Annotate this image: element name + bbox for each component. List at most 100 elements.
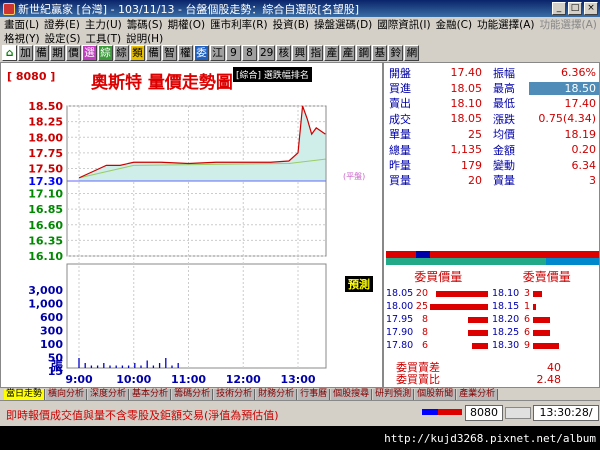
toolbar-button[interactable]: 網 [404,45,420,61]
price-tick-label: 17.10 [28,188,63,201]
toolbar-button[interactable]: 選 [82,45,97,61]
menu-bar-2: 格視(Y) 設定(S) 工具(T) 說明(H) [0,31,600,45]
orderbook-table: 18.05 20 18.10 3 18.00 25 18.15 1 17.95 8 18.20 6 17… [386,287,599,352]
reference-label: (平盤) [343,171,365,181]
menu-item[interactable]: 期權(O) [168,17,205,32]
toolbar-button[interactable]: 9 [226,45,241,61]
toolbar-button[interactable]: 指 [308,45,324,61]
tab-10[interactable]: 個股新聞 [415,388,457,400]
menu-item[interactable]: 主力(U) [85,17,122,32]
price-tick-label: 16.60 [28,219,63,232]
quote-table: 開盤 17.40 振幅 6.36% 買進 18.05 最高 18.50 賣出 18.10 最低 17.… [384,65,600,188]
time-tick-label: 11:00 [171,373,206,386]
category-tag[interactable]: [綜合] 選跌幅排名 [233,67,312,82]
toolbar-button[interactable]: 委 [194,45,209,61]
tab-0[interactable]: 當日走勢 [4,388,46,400]
quote-label: 賣量 [493,174,515,188]
quote-label: 昨量 [389,159,411,173]
quote-label: 最高 [493,82,515,96]
menu-item[interactable]: 畫面(L) [4,17,39,32]
bid-price: 17.95 [386,314,414,325]
toolbar-button[interactable]: 核 [276,45,292,61]
price-tick-label: 17.50 [28,163,63,176]
tab-3[interactable]: 基本分析 [130,388,172,400]
ask-bar-fill [533,342,560,349]
tab-4[interactable]: 籌碼分析 [172,388,214,400]
toolbar-button[interactable]: 綜 [98,45,113,61]
home-icon[interactable]: ⌂ [2,45,17,61]
ask-bar-fill [533,329,551,336]
bid-qty: 6 [421,340,428,351]
toolbar-button[interactable]: 綜 [114,45,129,61]
ask-bar [533,290,591,297]
time-tick-label: 9:00 [65,373,93,386]
quote-label: 變動 [493,159,515,173]
toolbar-button[interactable]: 產 [324,45,340,61]
tab-1[interactable]: 橫向分析 [46,388,88,400]
minimize-button[interactable]: _ [552,2,566,15]
tab-7[interactable]: 行事曆 [298,388,331,400]
toolbar-button[interactable]: 備 [146,45,161,61]
menu-item[interactable]: 功能選擇(A) [540,17,597,32]
toolbar-button[interactable]: 基 [372,45,388,61]
menu-item[interactable]: 國際資訊(I) [377,17,430,32]
menu-item[interactable]: 金融(C) [436,17,473,32]
toolbar-button[interactable]: 智 [162,45,177,61]
status-separator [505,407,531,419]
menu-item[interactable]: 籌碼(S) [127,17,163,32]
price-tick-label: 18.50 [28,100,63,113]
quote-value: 17.40 [564,96,597,110]
maximize-button[interactable]: □ [568,2,582,15]
tab-11[interactable]: 產業分析 [457,388,499,400]
status-message: 即時報價成交值與量不含零股及鉅額交易(淨值為預估值) [6,409,279,422]
status-stock-code[interactable]: 8080 [465,405,503,421]
sell-header: 委賣價量 [522,270,571,284]
chart-panel: 18.50 18.25 18.00 17.75 17.50 17.30 17.10 16.85… [0,62,383,388]
toolbar-button[interactable]: 類 [130,45,145,61]
menu-item[interactable]: 投資(B) [273,17,309,32]
close-button[interactable]: × [584,2,598,15]
bid-bar-fill [435,290,488,297]
quote-value: 18.05 [450,81,483,95]
menu-item[interactable]: 功能選擇(A) [477,17,534,32]
tab-9[interactable]: 研判預測 [373,388,415,400]
tab-8[interactable]: 個股搜尋 [331,388,373,400]
price-tick-label: 17.30 [28,175,63,188]
quote-label: 總量 [389,143,411,157]
menu-item[interactable]: 證券(E) [44,17,80,32]
window-title: 新世紀贏家 [台灣] - 103/11/13 - 台盤個股走勢：綜合自選股[名望… [18,2,359,16]
tab-6[interactable]: 財務分析 [256,388,298,400]
ask-bar-fill [533,316,551,323]
tab-2[interactable]: 深度分析 [88,388,130,400]
menu-item[interactable]: 匯市利率(R) [210,17,268,32]
toolbar-button[interactable]: 鋼 [356,45,372,61]
toolbar-button[interactable]: 加 [18,45,33,61]
toolbar-button[interactable]: 期 [50,45,65,61]
quote-value: 18.19 [564,127,597,141]
quote-label: 開盤 [389,66,411,80]
analysis-tabs: 當日走勢 橫向分析 深度分析 基本分析 籌碼分析 技術分析 財務分析 行事曆 個股搜尋 研判預測個… [0,388,600,400]
ask-bar-fill [533,290,542,297]
price-volume-chart: 18.50 18.25 18.00 17.75 17.5017.3017.10 16.85… [28,100,365,386]
bid-ask-ratio-bar [386,251,599,265]
toolbar-button[interactable]: 鈴 [388,45,404,61]
volume-unit: 張 [51,359,64,373]
ask-price: 18.30 [492,340,520,351]
quote-value: 20 [468,173,482,187]
quote-row: 買量 20 賣量 3 [384,173,600,188]
toolbar-button[interactable]: 備 [34,45,49,61]
tab-5[interactable]: 技術分析 [214,388,256,400]
ask-price: 18.25 [492,327,520,338]
volume-tick-label: 3,000 [28,284,63,297]
forecast-button[interactable]: 預測 [345,276,373,292]
toolbar-button[interactable]: 8 [242,45,257,61]
toolbar-button[interactable]: 權 [178,45,193,61]
menu-item[interactable]: 操盤選碼(D) [314,17,372,32]
diff-value: 2.48 [536,372,562,386]
ask-qty: 9 [523,340,530,351]
toolbar-button[interactable]: 產 [340,45,356,61]
toolbar-button[interactable]: 江 [210,45,225,61]
toolbar-button[interactable]: 價 [66,45,81,61]
toolbar-button[interactable]: 29 [258,45,276,61]
toolbar-button[interactable]: 興 [292,45,308,61]
